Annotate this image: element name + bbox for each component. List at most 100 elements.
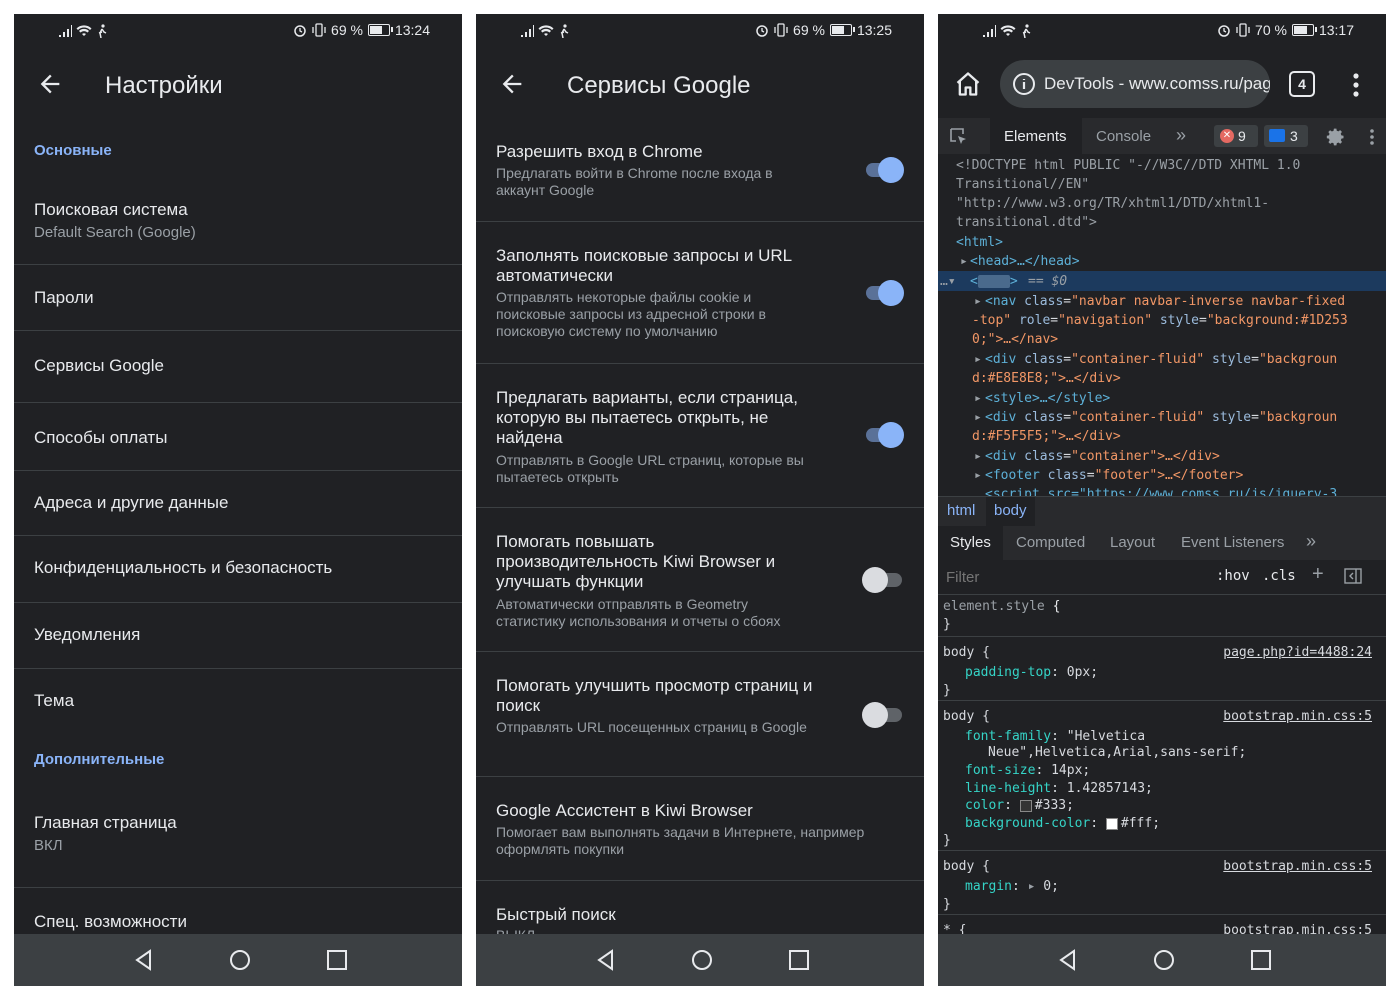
nav-home-icon[interactable] — [1152, 948, 1176, 972]
dom-node-script[interactable]: <script src="https://www.comss.ru/js/jqu… — [985, 485, 1337, 496]
dom-node-body-selected[interactable]: …▾ < > == $0 — [938, 271, 1386, 291]
rule-body-2[interactable]: body { bootstrap.min.css:5 font-family: … — [938, 701, 1386, 851]
rule-declaration[interactable]: font-size: 14px; — [965, 762, 1090, 779]
item-subtitle: Отправлять URL посещенных страниц в Goog… — [496, 719, 807, 735]
rule-declaration[interactable]: font-family: "Helvetica — [965, 728, 1145, 745]
service-item-assistant[interactable]: Google Ассистент в Kiwi Browser Помогает… — [476, 777, 924, 881]
item-title: Поисковая система — [34, 200, 188, 219]
new-rule-plus-icon[interactable]: + — [1312, 563, 1324, 586]
subtab-styles[interactable]: Styles — [938, 526, 1003, 560]
color-swatch[interactable] — [1019, 799, 1032, 812]
item-title: Быстрый поиск — [496, 905, 616, 924]
settings-item-homepage[interactable]: Главная страница ВКЛ — [14, 787, 462, 888]
dom-node-style[interactable]: <style>…</style> — [985, 389, 1110, 408]
dom-node-nav[interactable]: <nav class="navbar navbar-inverse navbar… — [985, 292, 1345, 311]
service-item-autocomplete[interactable]: Заполнять поисковые запросы и URL автома… — [476, 222, 924, 364]
info-icon[interactable] — [1012, 72, 1036, 96]
expand-arrow-icon[interactable]: ▸ — [960, 252, 968, 271]
dom-node-html[interactable]: <html> — [956, 233, 1003, 252]
address-bar[interactable]: DevTools - www.comss.ru/page.php?id=4488 — [1000, 60, 1270, 108]
more-menu-icon[interactable] — [1346, 72, 1366, 98]
rule-body-3[interactable]: body { bootstrap.min.css:5 margin: ▸ 0; … — [938, 851, 1386, 915]
service-item-improve-kiwi[interactable]: Помогать повышать производительность Kiw… — [476, 508, 924, 652]
settings-item-theme[interactable]: Тема — [14, 669, 462, 733]
rule-declaration[interactable]: margin: ▸ 0; — [965, 878, 1059, 895]
rule-source-link[interactable]: bootstrap.min.css:5 — [1223, 922, 1372, 934]
settings-item-search-engine[interactable]: Поисковая система Default Search (Google… — [14, 178, 462, 265]
tab-elements[interactable]: Elements — [990, 118, 1082, 154]
nav-home-icon[interactable] — [228, 948, 252, 972]
subtab-event-listeners[interactable]: Event Listeners — [1181, 534, 1284, 551]
more-tabs-button[interactable]: » — [1176, 125, 1186, 146]
tab-console[interactable]: Console — [1096, 128, 1151, 145]
nav-back-icon[interactable] — [1056, 948, 1080, 972]
hov-toggle[interactable]: :hov — [1216, 568, 1250, 584]
dom-node-container[interactable]: <div class="container">…</div> — [985, 447, 1220, 466]
devtools-menu-icon[interactable] — [1366, 128, 1378, 146]
rule-universal[interactable]: * { bootstrap.min.css:5 — [938, 915, 1386, 934]
dom-node-nav-cont: -top" role="navigation" style="backgroun… — [972, 313, 1348, 328]
toggle-improve-browsing[interactable] — [862, 702, 904, 728]
subtab-computed[interactable]: Computed — [1016, 534, 1085, 551]
color-swatch[interactable] — [1105, 817, 1118, 830]
nav-recents-icon[interactable] — [325, 948, 349, 972]
crumb-html[interactable]: html — [947, 502, 975, 519]
settings-item-google-services[interactable]: Сервисы Google — [14, 331, 462, 403]
expand-arrow-icon[interactable]: ▸ — [974, 389, 982, 408]
rule-source-link[interactable]: bootstrap.min.css:5 — [1223, 858, 1372, 875]
inspect-element-icon[interactable] — [948, 126, 970, 148]
messages-badge[interactable]: 3 — [1264, 125, 1308, 147]
expand-arrow-icon[interactable]: ▸ — [974, 292, 982, 311]
styles-filter-input[interactable] — [942, 564, 1208, 590]
nav-recents-icon[interactable] — [787, 948, 811, 972]
service-item-suggest-pages[interactable]: Предлагать варианты, если страница, кото… — [476, 364, 924, 508]
tab-switcher-button[interactable]: 4 — [1289, 71, 1315, 97]
expand-arrow-icon[interactable]: ▸ — [974, 447, 982, 466]
expand-arrow-icon[interactable]: ▸ — [974, 466, 982, 485]
expand-arrow-icon[interactable]: ▸ — [974, 350, 982, 369]
back-arrow-icon[interactable] — [36, 70, 64, 98]
rule-source-link[interactable]: page.php?id=4488:24 — [1223, 644, 1372, 661]
dom-node-head[interactable]: <head>…</head> — [970, 252, 1080, 271]
status-right: 69 % 13:25 — [755, 22, 892, 38]
settings-item-privacy[interactable]: Конфиденциальность и безопасность — [14, 536, 462, 603]
rule-element-style[interactable]: element.style { } — [938, 594, 1386, 637]
cls-toggle[interactable]: .cls — [1262, 568, 1296, 584]
service-item-allow-signin[interactable]: Разрешить вход в Chrome Предлагать войти… — [476, 120, 924, 222]
service-item-quick-search[interactable]: Быстрый поиск ВЫКЛ — [476, 881, 924, 943]
rule-declaration[interactable]: padding-top: 0px; — [965, 664, 1098, 681]
toggle-allow-signin[interactable] — [864, 157, 904, 183]
expand-arrow-icon[interactable]: ▸ — [974, 408, 982, 427]
toggle-sidebar-icon[interactable] — [1344, 568, 1362, 584]
dom-node-div-1[interactable]: <div class="container-fluid" style="back… — [985, 350, 1337, 369]
rule-source-link[interactable]: bootstrap.min.css:5 — [1223, 708, 1372, 725]
nav-back-icon[interactable] — [594, 948, 618, 972]
subtab-layout[interactable]: Layout — [1110, 534, 1155, 551]
crumb-body[interactable]: body — [986, 497, 1035, 527]
rule-body-1[interactable]: body { page.php?id=4488:24 padding-top: … — [938, 637, 1386, 701]
toggle-suggest-pages[interactable] — [864, 422, 904, 448]
settings-item-notifications[interactable]: Уведомления — [14, 603, 462, 669]
rule-declaration[interactable]: background-color: #fff; — [965, 815, 1160, 832]
settings-item-payment-methods[interactable]: Способы оплаты — [14, 403, 462, 471]
rule-declaration[interactable]: line-height: 1.42857143; — [965, 780, 1153, 797]
item-title: Помогать улучшить просмотр страниц и пои… — [496, 676, 813, 715]
rule-brace: } — [943, 897, 951, 912]
service-item-improve-browsing[interactable]: Помогать улучшить просмотр страниц и пои… — [476, 652, 924, 777]
settings-item-addresses[interactable]: Адреса и другие данные — [14, 471, 462, 536]
settings-gear-icon[interactable] — [1326, 127, 1346, 147]
nav-home-icon[interactable] — [690, 948, 714, 972]
dom-node-div-2[interactable]: <div class="container-fluid" style="back… — [985, 408, 1337, 427]
styles-subtabs: Styles Computed Layout Event Listeners » — [938, 526, 1386, 561]
back-arrow-icon[interactable] — [498, 70, 526, 98]
settings-item-passwords[interactable]: Пароли — [14, 265, 462, 331]
home-icon[interactable] — [954, 70, 982, 98]
subtab-more[interactable]: » — [1306, 531, 1316, 552]
errors-badge[interactable]: ✕ 9 — [1214, 125, 1258, 147]
rule-declaration[interactable]: color: #333; — [965, 797, 1074, 814]
nav-recents-icon[interactable] — [1249, 948, 1273, 972]
dom-node-footer[interactable]: <footer class="footer">…</footer> — [985, 466, 1243, 485]
toggle-improve-kiwi[interactable] — [862, 567, 904, 593]
toggle-autocomplete[interactable] — [864, 280, 904, 306]
nav-back-icon[interactable] — [132, 948, 156, 972]
